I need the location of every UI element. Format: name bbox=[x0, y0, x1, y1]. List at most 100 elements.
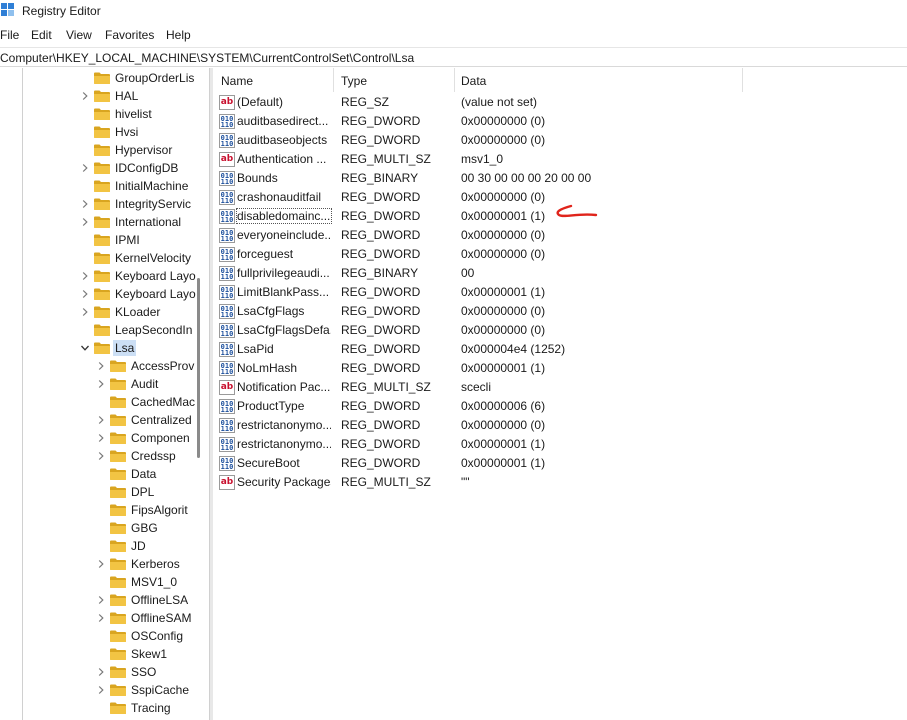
tree-item-idconfigdb[interactable]: IDConfigDB bbox=[0, 159, 209, 177]
tree-item-hivelist[interactable]: hivelist bbox=[0, 105, 209, 123]
tree-item-accessprov[interactable]: AccessProv bbox=[0, 357, 209, 375]
chevron-right-icon[interactable] bbox=[96, 379, 106, 389]
tree-item-credssp[interactable]: Credssp bbox=[0, 447, 209, 465]
tree-item-gbg[interactable]: GBG bbox=[0, 519, 209, 537]
tree-item-cachedmac[interactable]: CachedMac bbox=[0, 393, 209, 411]
tree-item-kerberos[interactable]: Kerberos bbox=[0, 555, 209, 573]
binary-value-icon: 010 110 bbox=[219, 399, 235, 414]
tree-item-label: CachedMac bbox=[131, 395, 196, 409]
tree-item-lsa[interactable]: Lsa bbox=[0, 339, 209, 357]
menu-edit[interactable]: Edit bbox=[31, 28, 52, 42]
address-bar[interactable]: Computer\HKEY_LOCAL_MACHINE\SYSTEM\Curre… bbox=[0, 47, 907, 67]
title-bar: Registry Editor bbox=[0, 0, 907, 24]
chevron-right-icon[interactable] bbox=[80, 91, 90, 101]
tree-item-sspicache[interactable]: SspiCache bbox=[0, 681, 209, 699]
value-row[interactable]: 010 110 Bounds REG_BINARY 00 30 00 00 00 20 … bbox=[213, 169, 907, 188]
tree-item-jd[interactable]: JD bbox=[0, 537, 209, 555]
value-row[interactable]: 010 110 LsaCfgFlagsDefa... REG_DWORD 0x00000… bbox=[213, 321, 907, 340]
chevron-right-icon[interactable] bbox=[96, 559, 106, 569]
chevron-right-icon[interactable] bbox=[80, 199, 90, 209]
menu-favorites[interactable]: Favorites bbox=[105, 28, 154, 42]
column-header-type[interactable]: Type bbox=[341, 68, 367, 92]
chevron-right-icon[interactable] bbox=[80, 163, 90, 173]
value-row[interactable]: 010 110 SecureBoot REG_DWORD 0x00000001 (1) bbox=[213, 454, 907, 473]
tree-item-sso[interactable]: SSO bbox=[0, 663, 209, 681]
column-header-name[interactable]: Name bbox=[221, 68, 253, 92]
value-row[interactable]: 010 110 NoLmHash REG_DWORD 0x00000001 (1) bbox=[213, 359, 907, 378]
tree-item-componen[interactable]: Componen bbox=[0, 429, 209, 447]
column-separator[interactable] bbox=[333, 68, 334, 92]
value-row[interactable]: 010 110 LsaCfgFlags REG_DWORD 0x00000000 (0) bbox=[213, 302, 907, 321]
tree-item-label: Centralized bbox=[131, 413, 192, 427]
chevron-right-icon[interactable] bbox=[96, 361, 106, 371]
values-list[interactable]: Name Type Data ab (Default) REG_SZ (value n… bbox=[213, 68, 907, 720]
chevron-right-icon[interactable] bbox=[80, 307, 90, 317]
tree-item-kloader[interactable]: KLoader bbox=[0, 303, 209, 321]
tree-item-kernelvelocity[interactable]: KernelVelocity bbox=[0, 249, 209, 267]
chevron-right-icon[interactable] bbox=[80, 289, 90, 299]
menu-file[interactable]: File bbox=[0, 28, 19, 42]
tree-item-hvsi[interactable]: Hvsi bbox=[0, 123, 209, 141]
column-header-data[interactable]: Data bbox=[461, 68, 486, 92]
value-data: 0x00000000 (0) bbox=[461, 190, 546, 204]
chevron-right-icon[interactable] bbox=[96, 667, 106, 677]
chevron-right-icon[interactable] bbox=[96, 451, 106, 461]
value-data: 0x00000000 (0) bbox=[461, 323, 546, 337]
tree-item-keyboard-layo[interactable]: Keyboard Layo bbox=[0, 285, 209, 303]
tree-item-hypervisor[interactable]: Hypervisor bbox=[0, 141, 209, 159]
column-separator[interactable] bbox=[454, 68, 455, 92]
tree-item-msv1-0[interactable]: MSV1_0 bbox=[0, 573, 209, 591]
chevron-down-icon[interactable] bbox=[80, 343, 90, 353]
tree-item-leapsecondin[interactable]: LeapSecondIn bbox=[0, 321, 209, 339]
value-row[interactable]: ab Security Packages REG_MULTI_SZ "" bbox=[213, 473, 907, 492]
tree-item-audit[interactable]: Audit bbox=[0, 375, 209, 393]
tree-item-keyboard-layo[interactable]: Keyboard Layo bbox=[0, 267, 209, 285]
chevron-right-icon[interactable] bbox=[96, 433, 106, 443]
value-row[interactable]: ab Notification Pac... REG_MULTI_SZ scecli bbox=[213, 378, 907, 397]
tree-item-hal[interactable]: HAL bbox=[0, 87, 209, 105]
value-row[interactable]: 010 110 LimitBlankPass... REG_DWORD 0x000000… bbox=[213, 283, 907, 302]
chevron-right-icon[interactable] bbox=[96, 595, 106, 605]
menu-view[interactable]: View bbox=[66, 28, 92, 42]
tree-item-integrityservic[interactable]: IntegrityServic bbox=[0, 195, 209, 213]
tree-item-label: hivelist bbox=[115, 107, 152, 121]
tree-item-skew1[interactable]: Skew1 bbox=[0, 645, 209, 663]
chevron-right-icon[interactable] bbox=[96, 415, 106, 425]
value-row[interactable]: 010 110 everyoneinclude... REG_DWORD 0x00000… bbox=[213, 226, 907, 245]
value-row[interactable]: 010 110 fullprivilegeaudi... REG_BINARY 00 bbox=[213, 264, 907, 283]
value-row[interactable]: 010 110 ProductType REG_DWORD 0x00000006 (6) bbox=[213, 397, 907, 416]
column-separator[interactable] bbox=[742, 68, 743, 92]
tree-item-centralized[interactable]: Centralized bbox=[0, 411, 209, 429]
value-row[interactable]: 010 110 restrictanonymo... REG_DWORD 0x00000… bbox=[213, 416, 907, 435]
tree-item-grouporderlis[interactable]: GroupOrderLis bbox=[0, 69, 209, 87]
tree-item-fipsalgorit[interactable]: FipsAlgorit bbox=[0, 501, 209, 519]
registry-key-tree[interactable]: GroupOrderLis HAL hivelist Hvsi Hypervisor ID… bbox=[0, 68, 209, 720]
chevron-right-icon[interactable] bbox=[80, 271, 90, 281]
value-row[interactable]: 010 110 forceguest REG_DWORD 0x00000000 (0) bbox=[213, 245, 907, 264]
tree-item-tracing[interactable]: Tracing bbox=[0, 699, 209, 717]
tree-item-label: IDConfigDB bbox=[115, 161, 179, 175]
tree-item-dpl[interactable]: DPL bbox=[0, 483, 209, 501]
chevron-right-icon[interactable] bbox=[96, 685, 106, 695]
tree-item-international[interactable]: International bbox=[0, 213, 209, 231]
tree-item-offlinelsa[interactable]: OfflineLSA bbox=[0, 591, 209, 609]
value-row[interactable]: 010 110 restrictanonymo... REG_DWORD 0x00000… bbox=[213, 435, 907, 454]
menu-help[interactable]: Help bbox=[166, 28, 191, 42]
address-path[interactable]: Computer\HKEY_LOCAL_MACHINE\SYSTEM\Curre… bbox=[0, 51, 414, 65]
tree-item-label: IPMI bbox=[115, 233, 140, 247]
value-row[interactable]: ab Authentication ... REG_MULTI_SZ msv1_0 bbox=[213, 150, 907, 169]
tree-item-offlinesam[interactable]: OfflineSAM bbox=[0, 609, 209, 627]
value-row[interactable]: 010 110 auditbasedirect... REG_DWORD 0x00000… bbox=[213, 112, 907, 131]
value-row[interactable]: ab (Default) REG_SZ (value not set) bbox=[213, 93, 907, 112]
value-name: auditbasedirect... bbox=[237, 114, 329, 128]
tree-item-data[interactable]: Data bbox=[0, 465, 209, 483]
tree-item-initialmachine[interactable]: InitialMachine bbox=[0, 177, 209, 195]
chevron-right-icon[interactable] bbox=[96, 613, 106, 623]
tree-item-label: FipsAlgorit bbox=[131, 503, 188, 517]
value-row[interactable]: 010 110 LsaPid REG_DWORD 0x000004e4 (1252) bbox=[213, 340, 907, 359]
tree-item-ipmi[interactable]: IPMI bbox=[0, 231, 209, 249]
folder-icon bbox=[109, 593, 127, 607]
value-row[interactable]: 010 110 auditbaseobjects REG_DWORD 0x0000000… bbox=[213, 131, 907, 150]
tree-item-osconfig[interactable]: OSConfig bbox=[0, 627, 209, 645]
chevron-right-icon[interactable] bbox=[80, 217, 90, 227]
